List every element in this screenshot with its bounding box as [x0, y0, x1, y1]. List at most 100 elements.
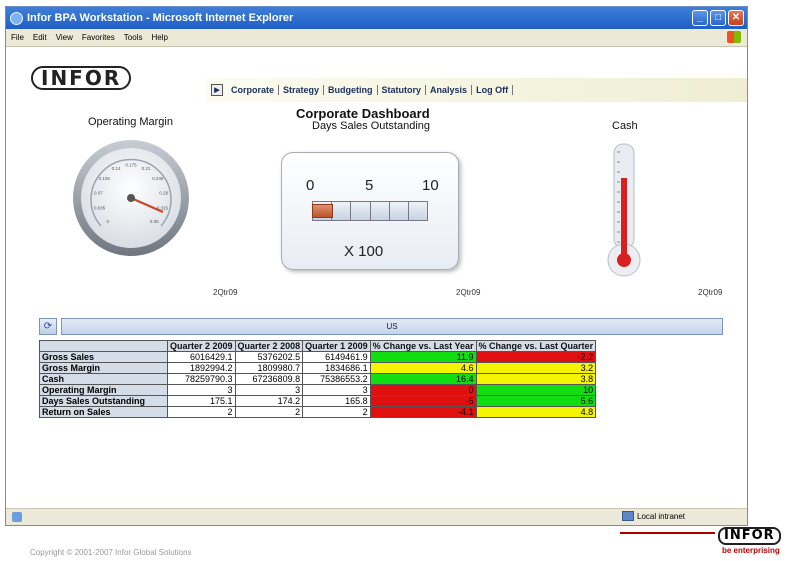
cell-q2-2009: 3	[167, 384, 236, 396]
windows-logo-icon	[727, 31, 741, 43]
cash-label: Cash	[612, 120, 638, 132]
menu-file[interactable]: File	[11, 33, 24, 42]
dso-tick-0: 0	[306, 177, 315, 194]
cell-q1-2009: 165.8	[302, 395, 371, 407]
cash-period: 2Qtr09	[698, 288, 723, 297]
row-label: Cash	[39, 373, 168, 385]
operating-margin-label: Operating Margin	[88, 116, 173, 128]
cell-q2-2009: 78259790.3	[167, 373, 236, 385]
table-row: Cash 78259790.3 67236809.8 75386553.2 16.4 3.…	[39, 373, 597, 385]
dashboard-title: Corporate Dashboard	[296, 106, 430, 121]
tab-statutory[interactable]: Statutory	[378, 85, 427, 95]
row-label: Gross Sales	[39, 351, 168, 363]
table-header-row: Quarter 2 2009 Quarter 2 2008 Quarter 1 …	[39, 340, 597, 352]
thermo-bulb	[617, 253, 631, 267]
grid-toolbar: ⟳ US	[39, 318, 723, 335]
cell-q2-2009: 1892994.2	[167, 362, 236, 374]
cell-q1-2009: 1834686.1	[302, 362, 371, 374]
cell-q1-2009: 75386553.2	[302, 373, 371, 385]
row-label: Return on Sales	[39, 406, 168, 418]
gauge-tick-label: 0.28	[159, 190, 168, 195]
table-row: Operating Margin 3 3 3 0 10	[39, 384, 597, 396]
cell-q1-2009: 2	[302, 406, 371, 418]
footer-infor-logo: INFOR	[718, 527, 781, 545]
tab-corporate[interactable]: Corporate	[227, 85, 280, 95]
zone-label: Local intranet	[637, 511, 686, 521]
minimize-button[interactable]: _	[692, 10, 708, 26]
gauge-tick-label: 0.105	[99, 176, 111, 181]
operating-margin-period: 2Qtr09	[213, 288, 238, 297]
operating-margin-gauge: 00.0350.070.1050.140.1750.210.2450.280.3…	[73, 140, 189, 256]
cell-change-last-year: 11.9	[369, 351, 477, 363]
cell-q1-2009: 6149461.9	[302, 351, 371, 363]
dso-multiplier: X 100	[344, 243, 384, 260]
region-selector[interactable]: US	[61, 318, 723, 335]
cell-q2-2008: 2	[234, 406, 304, 418]
main-nav: ▶ Corporate Strategy Budgeting Statutory…	[211, 84, 514, 96]
infor-logo: INFOR	[31, 66, 132, 90]
kpi-table: Quarter 2 2009 Quarter 2 2008 Quarter 1 …	[39, 340, 597, 418]
refresh-icon[interactable]: ⟳	[39, 318, 57, 335]
menu-help[interactable]: Help	[151, 33, 167, 42]
row-label: Operating Margin	[39, 384, 168, 396]
table-row: Gross Sales 6016429.1 5376202.5 6149461.9 11…	[39, 351, 597, 363]
column-header: % Change vs. Last Quarter	[475, 340, 597, 352]
menu-bar: File Edit View Favorites Tools Help	[6, 29, 747, 47]
tab-budgeting[interactable]: Budgeting	[324, 85, 378, 95]
intranet-icon	[622, 511, 634, 521]
cell-change-last-quarter: -2.2	[475, 351, 597, 363]
tab-log-off[interactable]: Log Off	[472, 85, 514, 95]
cell-change-last-year: 16.4	[369, 373, 477, 385]
dso-gauge-panel: 0 5 10 X 100	[281, 152, 459, 270]
gauge-tick-label: 0.175	[125, 163, 137, 168]
page-icon	[12, 512, 22, 522]
window-title: Infor BPA Workstation - Microsoft Intern…	[27, 12, 294, 24]
cell-change-last-quarter: 3.8	[475, 373, 597, 385]
cell-change-last-year: 4.6	[369, 362, 477, 374]
cell-q2-2008: 1809980.7	[234, 362, 304, 374]
browser-window: Infor BPA Workstation - Microsoft Intern…	[5, 6, 748, 526]
cell-q2-2009: 2	[167, 406, 236, 418]
footer-tagline: be enterprising	[722, 546, 780, 555]
cell-change-last-quarter: 3.2	[475, 362, 597, 374]
tab-analysis[interactable]: Analysis	[426, 85, 473, 95]
dso-label: Days Sales Outstanding	[312, 120, 431, 132]
cell-change-last-quarter: 5.6	[475, 395, 597, 407]
column-header	[39, 340, 168, 352]
tab-strategy[interactable]: Strategy	[279, 85, 325, 95]
brand-divider	[620, 532, 715, 534]
column-header: Quarter 2 2009	[167, 340, 236, 352]
row-label: Days Sales Outstanding	[39, 395, 168, 407]
menu-view[interactable]: View	[56, 33, 73, 42]
play-arrow-icon[interactable]: ▶	[211, 84, 223, 96]
copyright-text: Copyright © 2001-2007 Infor Global Solut…	[30, 548, 192, 557]
menu-tools[interactable]: Tools	[124, 33, 143, 42]
cell-q2-2009: 175.1	[167, 395, 236, 407]
cell-change-last-year: -5	[369, 395, 477, 407]
gauge-tick-label: 0.35	[150, 219, 159, 224]
row-label: Gross Margin	[39, 362, 168, 374]
close-button[interactable]: ✕	[728, 10, 744, 26]
maximize-button[interactable]: □	[710, 10, 726, 26]
cell-q2-2008: 5376202.5	[234, 351, 304, 363]
cell-q2-2008: 174.2	[234, 395, 304, 407]
dso-tick-10: 10	[422, 177, 439, 194]
gauge-tick-label: 0.21	[142, 166, 151, 171]
dso-bar-fill	[312, 204, 333, 218]
cell-change-last-quarter: 10	[475, 384, 597, 396]
gauge-tick-label: 0.245	[152, 176, 164, 181]
gauge-hub	[127, 194, 135, 202]
gauge-tick-label: 0.07	[94, 190, 103, 195]
table-row: Gross Margin 1892994.2 1809980.7 1834686.1 4…	[39, 362, 597, 374]
gauge-tick-label: 0.035	[94, 206, 106, 211]
cell-q1-2009: 3	[302, 384, 371, 396]
cell-change-last-quarter: 4.8	[475, 406, 597, 418]
cell-q2-2008: 3	[234, 384, 304, 396]
title-bar: Infor BPA Workstation - Microsoft Intern…	[6, 7, 747, 29]
menu-edit[interactable]: Edit	[33, 33, 47, 42]
cell-change-last-year: -4.1	[369, 406, 477, 418]
menu-favorites[interactable]: Favorites	[82, 33, 115, 42]
gauge-tick-label: 0.14	[112, 166, 121, 171]
page-content: INFOR ▶ Corporate Strategy Budgeting Sta…	[6, 48, 747, 509]
status-bar: Local intranet	[6, 508, 747, 525]
